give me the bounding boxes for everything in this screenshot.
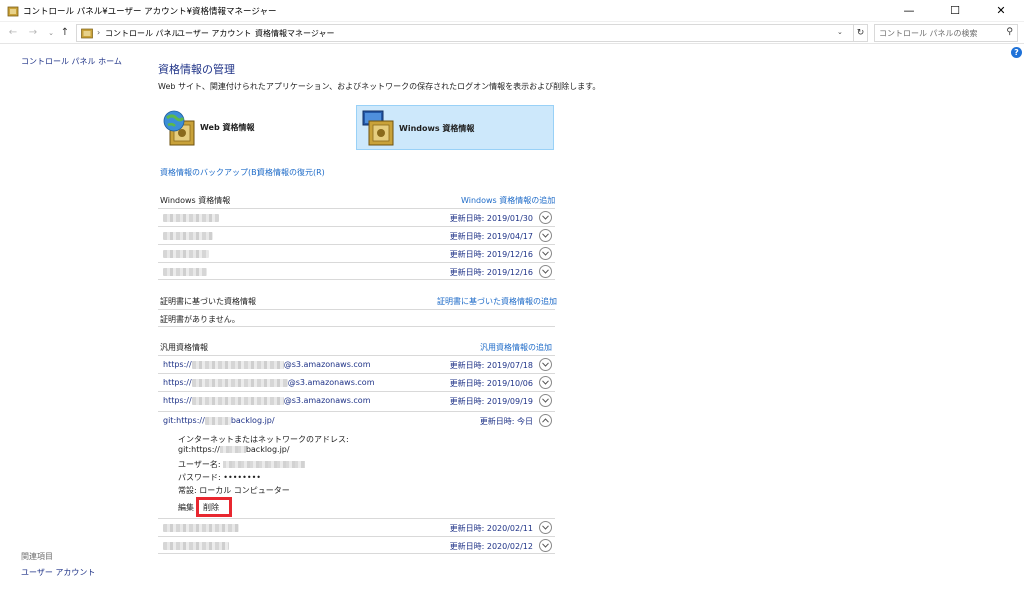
generic-credential-row[interactable]: https://@s3.amazonaws.com 更新日時: 2019/10/… — [158, 373, 555, 391]
credential-name[interactable]: git:https://backlog.jp/ — [163, 416, 275, 425]
web-credentials-label: Web 資格情報 — [200, 123, 255, 132]
credential-date: 更新日時: 2019/07/18 — [449, 361, 533, 370]
recent-dropdown-icon[interactable]: ⌄ — [44, 26, 58, 40]
back-arrow-icon[interactable]: ← — [6, 26, 20, 40]
no-certificates-text: 証明書がありません。 — [160, 315, 240, 324]
expand-chevron-icon[interactable] — [539, 358, 552, 371]
generic-credential-row[interactable]: 更新日時: 2020/02/12 — [158, 536, 555, 554]
credential-date: 更新日時: 2019/09/19 — [449, 397, 533, 406]
help-icon[interactable]: ? — [1011, 47, 1022, 58]
expand-chevron-icon[interactable] — [539, 394, 552, 407]
window-title: コントロール パネル¥ユーザー アカウント¥資格情報マネージャー — [23, 7, 277, 17]
windows-credentials-button[interactable]: Windows 資格情報 — [356, 105, 554, 150]
minimize-button[interactable]: — — [886, 0, 932, 22]
windows-credentials-label: Windows 資格情報 — [399, 124, 475, 133]
edit-link[interactable]: 編集 — [178, 502, 194, 513]
windows-credential-row[interactable]: 更新日時: 2019/12/16 — [158, 244, 555, 262]
search-box[interactable]: ⚲ — [874, 24, 1018, 42]
up-arrow-icon[interactable]: ↑ — [58, 26, 72, 40]
maximize-button[interactable]: ☐ — [932, 0, 978, 22]
windows-credentials-heading: Windows 資格情報 — [160, 196, 231, 205]
credential-name-redacted — [163, 213, 219, 222]
web-credentials-button[interactable]: Web 資格情報 — [158, 105, 356, 150]
generic-credentials-heading: 汎用資格情報 — [160, 343, 208, 352]
breadcrumb-separator: › — [245, 28, 249, 37]
backup-credentials-link[interactable]: 資格情報のバックアップ(B) — [160, 167, 260, 178]
username-field: ユーザー名: — [178, 459, 306, 470]
page-title: 資格情報の管理 — [158, 63, 235, 76]
credential-name-redacted — [163, 541, 229, 550]
expand-chevron-icon[interactable] — [539, 265, 552, 278]
refresh-icon[interactable]: ↻ — [854, 24, 868, 42]
web-credentials-icon — [163, 110, 195, 146]
search-icon[interactable]: ⚲ — [1006, 27, 1013, 37]
sidebar-related-heading: 関連項目 — [21, 552, 53, 561]
expand-chevron-icon[interactable] — [539, 229, 552, 242]
forward-arrow-icon[interactable]: → — [26, 26, 40, 40]
address-dropdown-icon[interactable]: ⌄ — [837, 28, 843, 36]
persistence-field: 常設: ローカル コンピューター — [178, 486, 290, 495]
collapse-chevron-icon[interactable] — [539, 414, 552, 427]
windows-credential-row[interactable]: 更新日時: 2019/12/16 — [158, 262, 555, 280]
windows-credential-row[interactable]: 更新日時: 2019/04/17 — [158, 226, 555, 244]
navigation-bar: ← → ⌄ ↑ › コントロール パネル › ユーザー アカウント › 資格情報… — [0, 22, 1024, 44]
add-generic-credential-link[interactable]: 汎用資格情報の追加 — [480, 342, 552, 353]
generic-credential-row[interactable]: https://@s3.amazonaws.com 更新日時: 2019/09/… — [158, 391, 555, 409]
control-panel-icon — [81, 28, 93, 39]
credential-date: 更新日時: 2020/02/11 — [449, 524, 533, 533]
expand-chevron-icon[interactable] — [539, 376, 552, 389]
certificate-list: 証明書がありません。 — [158, 309, 555, 327]
breadcrumb-user-accounts[interactable]: ユーザー アカウント — [177, 28, 251, 39]
sidebar-control-panel-home[interactable]: コントロール パネル ホーム — [21, 56, 122, 67]
search-input[interactable] — [875, 25, 997, 41]
credential-date: 更新日時: 2019/01/30 — [449, 214, 533, 223]
breadcrumb-separator: › — [167, 28, 171, 37]
credential-date: 更新日時: 2019/10/06 — [449, 379, 533, 388]
close-button[interactable]: ✕ — [978, 0, 1024, 22]
credential-name-redacted — [163, 267, 207, 276]
credential-name-redacted — [163, 231, 213, 240]
title-bar: コントロール パネル¥ユーザー アカウント¥資格情報マネージャー — ☐ ✕ — [0, 0, 1024, 22]
credential-date: 更新日時: 今日 — [479, 417, 533, 426]
generic-credential-row[interactable]: 更新日時: 2020/02/11 — [158, 518, 555, 536]
page-description: Web サイト、関連付けられたアプリケーション、およびネットワークの保存されたロ… — [158, 82, 601, 91]
expand-chevron-icon[interactable] — [539, 521, 552, 534]
add-windows-credential-link[interactable]: Windows 資格情報の追加 — [461, 195, 555, 206]
expand-chevron-icon[interactable] — [539, 247, 552, 260]
breadcrumb-separator: › — [97, 28, 101, 37]
credential-name: https://@s3.amazonaws.com — [163, 378, 375, 387]
password-field: パスワード: •••••••• — [178, 473, 261, 482]
credential-name-redacted — [163, 523, 239, 532]
certificate-credentials-heading: 証明書に基づいた資格情報 — [160, 297, 256, 306]
credential-name-redacted — [163, 249, 209, 258]
restore-credentials-link[interactable]: 資格情報の復元(R) — [257, 167, 325, 178]
credential-date: 更新日時: 2020/02/12 — [449, 542, 533, 551]
address-value: git:https://backlog.jp/ — [178, 445, 290, 454]
breadcrumb-credential-manager[interactable]: 資格情報マネージャー — [255, 28, 334, 39]
address-label: インターネットまたはネットワークのアドレス: — [178, 435, 349, 444]
generic-credential-row[interactable]: https://@s3.amazonaws.com 更新日時: 2019/07/… — [158, 355, 555, 373]
delete-highlight-box — [196, 497, 232, 517]
add-certificate-credential-link[interactable]: 証明書に基づいた資格情報の追加 — [437, 296, 557, 307]
address-bar[interactable]: › コントロール パネル › ユーザー アカウント › 資格情報マネージャー ⌄ — [76, 24, 854, 42]
credential-name: https://@s3.amazonaws.com — [163, 360, 371, 369]
windows-credential-row[interactable]: 更新日時: 2019/01/30 — [158, 208, 555, 226]
credential-date: 更新日時: 2019/12/16 — [449, 268, 533, 277]
windows-credentials-icon — [362, 110, 394, 146]
credential-date: 更新日時: 2019/12/16 — [449, 250, 533, 259]
credential-manager-icon — [7, 6, 19, 17]
credential-name: https://@s3.amazonaws.com — [163, 396, 371, 405]
sidebar-user-accounts-link[interactable]: ユーザー アカウント — [21, 567, 95, 578]
expand-chevron-icon[interactable] — [539, 211, 552, 224]
expand-chevron-icon[interactable] — [539, 539, 552, 552]
credential-date: 更新日時: 2019/04/17 — [449, 232, 533, 241]
